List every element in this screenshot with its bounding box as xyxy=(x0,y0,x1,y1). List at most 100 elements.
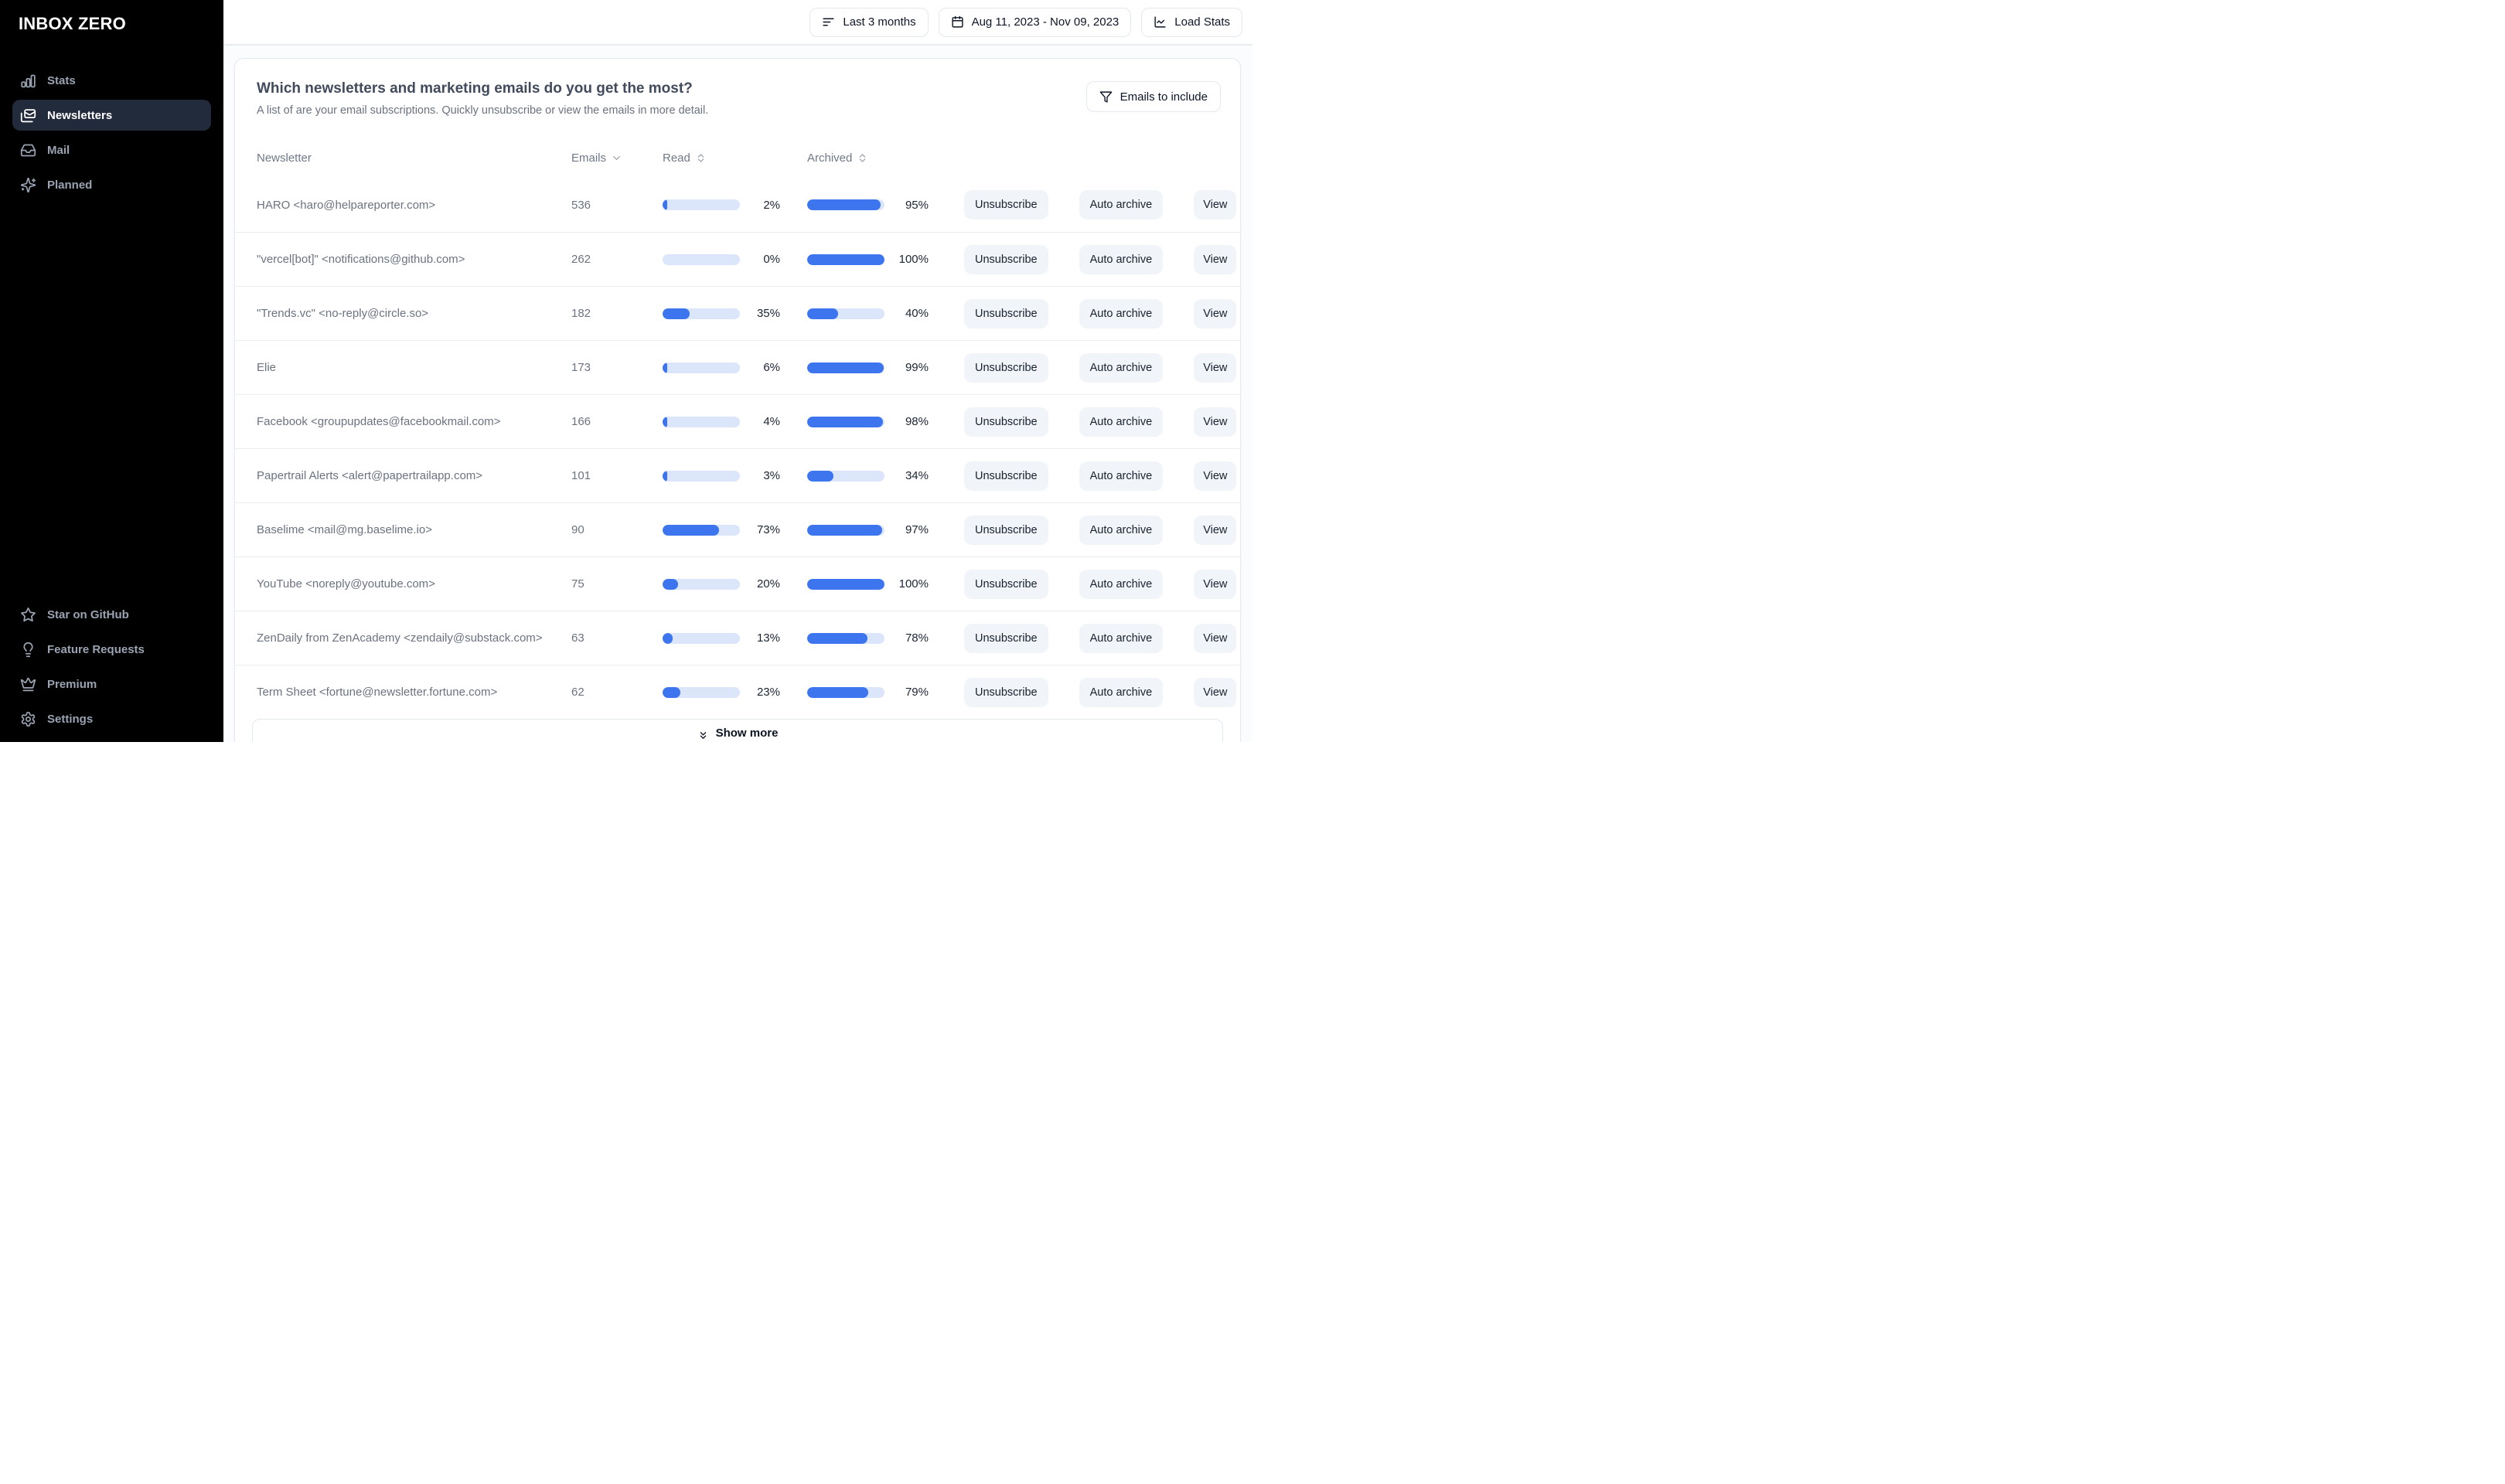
read-progress-bar xyxy=(663,199,740,210)
unsubscribe-button[interactable]: Unsubscribe xyxy=(964,352,1048,383)
newsletter-name: "vercel[bot]" <notifications@github.com> xyxy=(257,253,465,266)
date-range-preset-button[interactable]: Last 3 months xyxy=(809,7,929,37)
auto-archive-button[interactable]: Auto archive xyxy=(1079,569,1164,599)
read-progress-bar xyxy=(663,632,740,644)
auto-archive-button[interactable]: Auto archive xyxy=(1079,461,1164,491)
archived-percent: 98% xyxy=(905,415,929,428)
content-area: Which newsletters and marketing emails d… xyxy=(223,46,1252,742)
load-stats-label: Load Stats xyxy=(1174,15,1230,29)
table-row: "Trends.vc" <no-reply@circle.so> 182 35%… xyxy=(235,286,1240,340)
view-button[interactable]: View xyxy=(1194,461,1237,491)
view-button[interactable]: View xyxy=(1194,407,1237,437)
unsubscribe-button[interactable]: Unsubscribe xyxy=(964,298,1048,328)
archived-percent: 100% xyxy=(898,577,929,591)
archived-percent: 95% xyxy=(905,198,929,212)
row-actions: Unsubscribe Auto archive View xyxy=(929,244,1240,274)
sidebar-item-premium[interactable]: Premium xyxy=(12,669,211,699)
email-count: 63 xyxy=(571,631,584,645)
email-count: 75 xyxy=(571,577,584,591)
sidebar-item-newsletters[interactable]: Newsletters xyxy=(12,100,211,131)
sidebar-item-settings[interactable]: Settings xyxy=(12,703,211,734)
view-button[interactable]: View xyxy=(1194,298,1237,328)
load-stats-button[interactable]: Load Stats xyxy=(1141,7,1242,37)
unsubscribe-button[interactable]: Unsubscribe xyxy=(964,515,1048,545)
read-percent: 3% xyxy=(763,469,780,482)
view-button[interactable]: View xyxy=(1194,623,1237,653)
newsletter-name: YouTube <noreply@youtube.com> xyxy=(257,577,435,591)
sidebar-item-label: Star on GitHub xyxy=(47,608,129,621)
sidebar-item-feature-requests[interactable]: Feature Requests xyxy=(12,634,211,665)
unsubscribe-button[interactable]: Unsubscribe xyxy=(964,407,1048,437)
auto-archive-button[interactable]: Auto archive xyxy=(1079,515,1164,545)
view-button[interactable]: View xyxy=(1194,569,1237,599)
archived-percent: 78% xyxy=(905,631,929,645)
view-button[interactable]: View xyxy=(1194,244,1237,274)
archived-progress-bar xyxy=(807,578,884,590)
unsubscribe-button[interactable]: Unsubscribe xyxy=(964,569,1048,599)
unsubscribe-button[interactable]: Unsubscribe xyxy=(964,244,1048,274)
archived-progress-bar xyxy=(807,470,884,482)
auto-archive-button[interactable]: Auto archive xyxy=(1079,298,1164,328)
row-actions: Unsubscribe Auto archive View xyxy=(929,569,1240,599)
table-row: Facebook <groupupdates@facebookmail.com>… xyxy=(235,394,1240,448)
sidebar-item-label: Stats xyxy=(47,73,76,87)
row-actions: Unsubscribe Auto archive View xyxy=(929,677,1240,707)
newsletter-name: Term Sheet <fortune@newsletter.fortune.c… xyxy=(257,686,498,699)
auto-archive-button[interactable]: Auto archive xyxy=(1079,352,1164,383)
archived-progress-bar xyxy=(807,686,884,698)
row-actions: Unsubscribe Auto archive View xyxy=(929,623,1240,653)
archived-progress-bar xyxy=(807,308,884,319)
table-row: Papertrail Alerts <alert@papertrailapp.c… xyxy=(235,448,1240,502)
view-button[interactable]: View xyxy=(1194,515,1237,545)
auto-archive-button[interactable]: Auto archive xyxy=(1079,623,1164,653)
sidebar-item-planned[interactable]: Planned xyxy=(12,169,211,200)
auto-archive-button[interactable]: Auto archive xyxy=(1079,190,1164,220)
table-row: HARO <haro@helpareporter.com> 536 2% 95%… xyxy=(235,178,1240,232)
unsubscribe-button[interactable]: Unsubscribe xyxy=(964,623,1048,653)
unsubscribe-button[interactable]: Unsubscribe xyxy=(964,190,1048,220)
view-button[interactable]: View xyxy=(1194,677,1237,707)
auto-archive-button[interactable]: Auto archive xyxy=(1079,407,1164,437)
read-progress-bar xyxy=(663,254,740,265)
sidebar-item-stats[interactable]: Stats xyxy=(12,65,211,96)
unsubscribe-button[interactable]: Unsubscribe xyxy=(964,677,1048,707)
auto-archive-button[interactable]: Auto archive xyxy=(1079,244,1164,274)
read-progress-bar xyxy=(663,524,740,536)
column-header-read[interactable]: Read xyxy=(663,151,780,165)
archived-percent: 100% xyxy=(898,253,929,266)
auto-archive-button[interactable]: Auto archive xyxy=(1079,677,1164,707)
sidebar-item-label: Premium xyxy=(47,677,97,691)
read-percent: 13% xyxy=(756,631,780,645)
column-header-emails[interactable]: Emails xyxy=(571,151,663,165)
chevrons-down-icon xyxy=(700,732,706,739)
emails-to-include-button[interactable]: Emails to include xyxy=(1086,81,1221,112)
view-button[interactable]: View xyxy=(1194,190,1237,220)
newsletter-name: Baselime <mail@mg.baselime.io> xyxy=(257,523,432,536)
view-button[interactable]: View xyxy=(1194,352,1237,383)
inbox-icon xyxy=(20,142,36,158)
read-progress-bar xyxy=(663,308,740,319)
newsletter-name: Papertrail Alerts <alert@papertrailapp.c… xyxy=(257,469,483,482)
sidebar-item-label: Settings xyxy=(47,712,94,726)
archived-progress-bar xyxy=(807,199,884,210)
column-header-archived[interactable]: Archived xyxy=(807,151,929,165)
archived-percent: 40% xyxy=(905,307,929,320)
show-more-button[interactable]: Show more xyxy=(252,719,1223,742)
sidebar-item-mail[interactable]: Mail xyxy=(12,134,211,165)
sidebar-item-star-on-github[interactable]: Star on GitHub xyxy=(12,599,211,630)
crown-icon xyxy=(20,676,36,693)
email-count: 536 xyxy=(571,198,591,212)
newsletter-name: Elie xyxy=(257,361,277,374)
panel-header: Which newsletters and marketing emails d… xyxy=(235,59,1240,117)
date-range-picker-button[interactable]: Aug 11, 2023 - Nov 09, 2023 xyxy=(938,7,1132,37)
email-count: 182 xyxy=(571,307,591,320)
newsletters-panel: Which newsletters and marketing emails d… xyxy=(234,58,1241,742)
email-count: 101 xyxy=(571,469,591,482)
sparkles-icon xyxy=(20,177,36,193)
unsubscribe-button[interactable]: Unsubscribe xyxy=(964,461,1048,491)
read-progress-bar xyxy=(663,686,740,698)
archived-progress-bar xyxy=(807,254,884,265)
sidebar-item-label: Planned xyxy=(47,178,93,192)
main-area: Last 3 months Aug 11, 2023 - Nov 09, 202… xyxy=(223,0,1252,742)
table-row: ZenDaily from ZenAcademy <zendaily@subst… xyxy=(235,611,1240,665)
